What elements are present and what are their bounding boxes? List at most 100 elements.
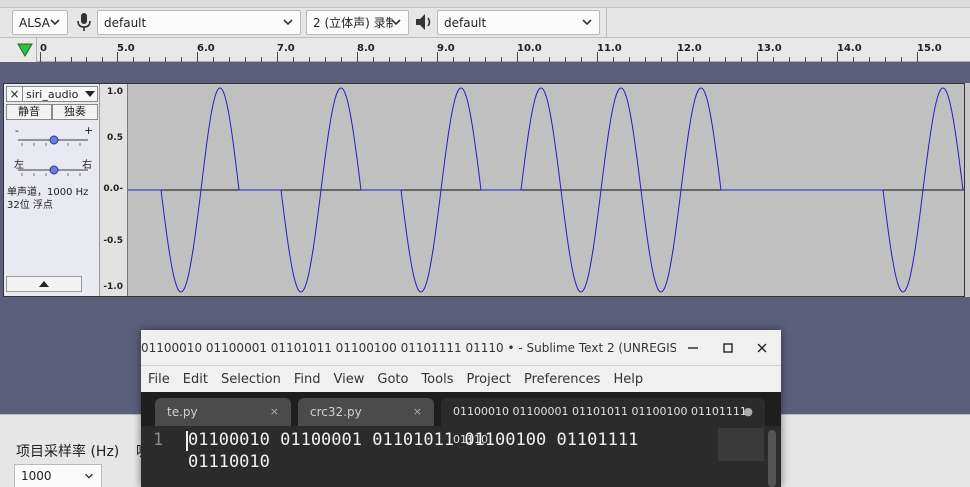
ruler-major-tick — [597, 52, 598, 62]
tab-label: te.py — [167, 405, 198, 419]
device-toolbar: ALSA default 2 (立体声) 录制 default — [0, 0, 970, 38]
track-close-button[interactable]: × — [7, 87, 23, 101]
menu-tools[interactable]: Tools — [421, 372, 453, 387]
ruler-minor-tick — [405, 57, 406, 62]
ruler-left-pad — [0, 38, 37, 62]
track-format-line: 单声道，1000 Hz — [7, 187, 89, 198]
track-collapse-button[interactable] — [6, 276, 82, 292]
ruler-minor-tick — [373, 57, 374, 62]
ruler-tick-label: 6.0 — [197, 43, 215, 54]
ruler-minor-tick — [645, 57, 646, 62]
menu-help[interactable]: Help — [613, 372, 643, 387]
ruler-minor-tick — [501, 57, 502, 62]
ruler-minor-tick — [821, 57, 822, 62]
ruler-minor-tick — [70, 57, 72, 62]
sublime-text-window: 01100010 01100001 01101011 01100100 0110… — [141, 330, 781, 487]
ruler-minor-tick — [86, 57, 88, 62]
ruler-minor-tick — [901, 57, 902, 62]
menu-view[interactable]: View — [334, 372, 365, 387]
top-toolbar-strip — [0, 0, 970, 8]
ruler-minor-tick — [709, 57, 710, 62]
chevron-down-icon — [391, 19, 401, 26]
tab-close-button[interactable]: × — [270, 398, 279, 426]
pan-slider[interactable] — [16, 160, 90, 180]
menu-find[interactable]: Find — [294, 372, 321, 387]
ruler-major-tick — [117, 52, 118, 62]
track-info: 单声道，1000 Hz 32位 浮点 — [7, 186, 88, 212]
gain-slider[interactable] — [16, 130, 90, 150]
code-line-1: 01100010 01100001 01101011 01100100 0110… — [188, 430, 639, 450]
ruler-major-tick — [357, 52, 358, 62]
menu-file[interactable]: File — [148, 372, 170, 387]
recording-device-dropdown[interactable]: default — [97, 10, 301, 35]
amp-label-top: 1.0 — [107, 87, 123, 97]
ruler-tick-label: 5.0 — [117, 43, 135, 54]
menu-preferences[interactable]: Preferences — [524, 372, 600, 387]
menu-selection[interactable]: Selection — [221, 372, 281, 387]
ruler-minor-tick — [341, 57, 342, 62]
close-icon[interactable] — [754, 340, 770, 356]
ruler-minor-tick — [325, 57, 326, 62]
line-number-gutter: 1 — [141, 426, 183, 487]
ruler-minor-tick — [869, 57, 870, 62]
audio-track: × siri_audio 静音 独奏 - + 左 右 单声道，1000 Hz 3… — [3, 83, 965, 297]
timeline-ruler[interactable]: 0 5.0 6.0 7.0 8.0 9.0 10.0 11.0 12.0 13.0 14.0 15.0 — [0, 38, 970, 62]
ruler-tick-label: 14.0 — [837, 43, 862, 54]
ruler-minor-tick — [629, 57, 630, 62]
ruler-minor-tick — [693, 57, 694, 62]
code-editor[interactable]: 01100010 01100001 01101011 01100100 0110… — [186, 426, 706, 487]
amp-label-zero: 0.0- — [103, 184, 123, 194]
ruler-major-tick — [677, 52, 678, 62]
menu-edit[interactable]: Edit — [183, 372, 208, 387]
project-rate-dropdown[interactable]: 1000 — [14, 464, 102, 487]
tab-binary-file[interactable]: 01100010 01100001 01101011 01100100 0110… — [441, 398, 765, 446]
track-control-panel: × siri_audio 静音 独奏 - + 左 右 单声道，1000 Hz 3… — [4, 84, 100, 296]
chevron-down-icon — [283, 19, 293, 26]
amp-label-neg-half: -0.5 — [103, 236, 123, 246]
minimap[interactable] — [718, 428, 764, 461]
recording-channels-dropdown[interactable]: 2 (立体声) 录制 — [306, 10, 409, 35]
audio-host-dropdown[interactable]: ALSA — [12, 10, 68, 35]
ruler-tick-label: 11.0 — [597, 43, 622, 54]
unsaved-dot[interactable]: ● — [743, 398, 753, 426]
vertical-scrollbar[interactable] — [768, 430, 776, 487]
window-title: 01100010 01100001 01101011 01100100 0110… — [141, 341, 676, 355]
ruler-minor-tick — [213, 57, 214, 62]
ruler-minor-tick — [485, 57, 486, 62]
ruler-minor-tick — [565, 57, 566, 62]
ruler-minor-tick — [853, 57, 854, 62]
line-number: 1 — [153, 430, 164, 450]
recording-device-value: default — [104, 15, 147, 30]
ruler-minor-tick — [165, 57, 166, 62]
ruler-tick-label: 7.0 — [277, 43, 295, 54]
ruler-minor-tick — [581, 57, 582, 62]
mute-button[interactable]: 静音 — [6, 104, 52, 120]
play-position-triangle-icon[interactable] — [16, 42, 34, 58]
tab-crc32-py[interactable]: crc32.py × — [298, 398, 434, 426]
ruler-tick-label: 15.0 — [917, 43, 942, 54]
ruler-minor-tick — [421, 57, 422, 62]
tab-label: crc32.py — [310, 405, 362, 419]
tab-close-button[interactable]: × — [413, 398, 422, 426]
ruler-minor-tick — [101, 57, 103, 62]
amp-label-half: 0.5 — [107, 133, 123, 143]
ruler-major-tick — [517, 52, 518, 62]
waveform-display[interactable] — [128, 84, 964, 296]
tab-te-py[interactable]: te.py × — [155, 398, 291, 426]
track-name-menu[interactable]: × siri_audio — [6, 86, 98, 102]
ruler-minor-tick — [469, 57, 470, 62]
window-titlebar[interactable]: 01100010 01100001 01101011 01100100 0110… — [141, 330, 781, 366]
menu-goto[interactable]: Goto — [377, 372, 408, 387]
minimize-icon[interactable] — [685, 340, 701, 356]
ruler-minor-tick — [885, 57, 886, 62]
ruler-minor-tick — [133, 57, 134, 62]
solo-button[interactable]: 独奏 — [52, 104, 98, 120]
ruler-major-tick — [917, 52, 918, 62]
menu-project[interactable]: Project — [466, 372, 510, 387]
ruler-minor-tick — [613, 57, 614, 62]
ruler-minor-tick — [55, 57, 57, 62]
maximize-icon[interactable] — [720, 340, 736, 356]
ruler-tick-label: 12.0 — [677, 43, 702, 54]
toolbar-divider — [606, 8, 607, 38]
playback-device-dropdown[interactable]: default — [437, 10, 600, 35]
